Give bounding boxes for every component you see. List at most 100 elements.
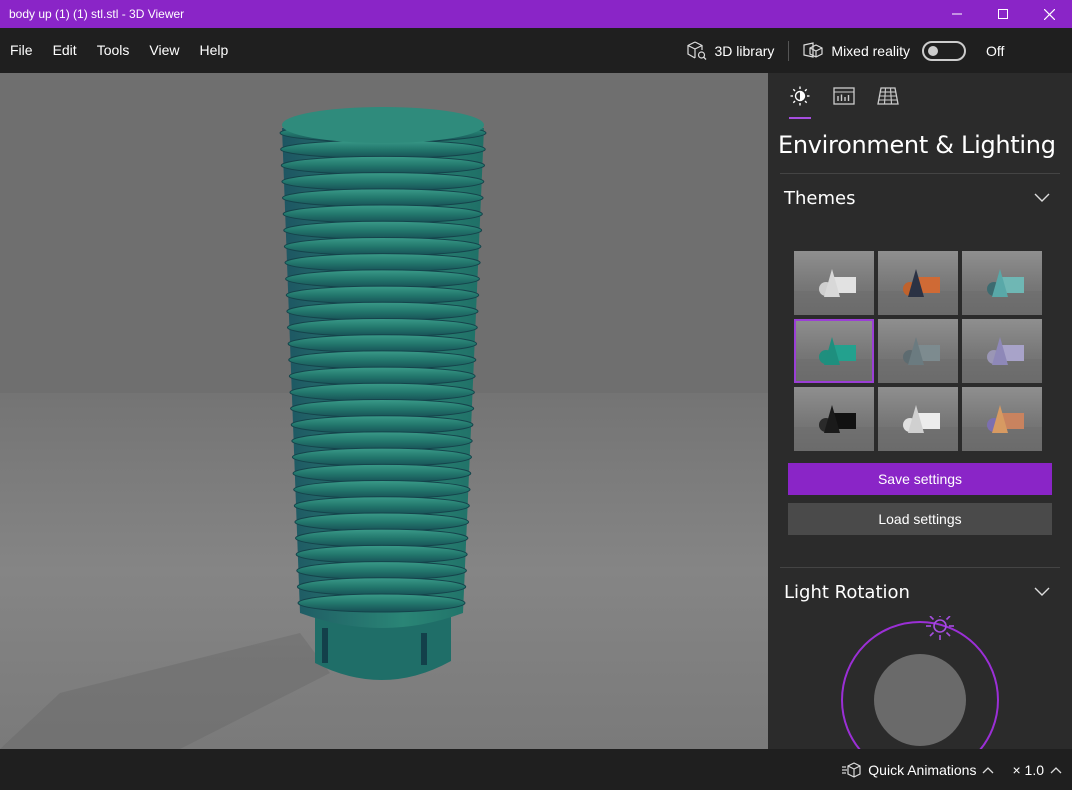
- base-slot-left: [322, 628, 328, 663]
- tab-environment[interactable]: [778, 73, 822, 119]
- cylinder-rib: [297, 593, 466, 613]
- cylinder-rib: [285, 285, 480, 305]
- theme-thumbnail[interactable]: [878, 319, 958, 383]
- cylinder-rib: [293, 480, 471, 500]
- theme-preview: [794, 269, 874, 315]
- theme-thumbnail[interactable]: [962, 387, 1042, 451]
- cylinder-rib: [294, 512, 470, 532]
- cylinder-rib: [288, 366, 476, 386]
- cylinder-rib: [283, 220, 483, 240]
- tab-grid[interactable]: [866, 73, 910, 119]
- mixed-reality-icon: [803, 41, 824, 58]
- cylinder-rib: [284, 253, 481, 273]
- cylinder-rib: [289, 382, 475, 402]
- theme-preview: [878, 269, 958, 315]
- chevron-up-icon: [983, 766, 994, 773]
- chevron-up-icon: [1050, 766, 1062, 773]
- cylinder-rib: [295, 528, 469, 548]
- mixed-reality-label: Mixed reality: [831, 42, 910, 59]
- cylinder-rib: [285, 269, 480, 289]
- mixed-reality-button[interactable]: Mixed reality Off: [789, 28, 1072, 73]
- theme-thumbnail[interactable]: [878, 387, 958, 451]
- panel-title: Environment & Lighting: [778, 131, 1056, 159]
- menu-edit[interactable]: Edit: [43, 28, 87, 73]
- themes-header[interactable]: Themes: [768, 174, 1072, 222]
- stats-icon: [833, 87, 855, 105]
- 3d-viewport[interactable]: [0, 73, 768, 749]
- menu-file[interactable]: File: [0, 28, 43, 73]
- theme-preview: [962, 405, 1042, 451]
- quick-animations-button[interactable]: Quick Animations: [842, 762, 994, 778]
- light-rotation-header[interactable]: Light Rotation: [768, 568, 1072, 616]
- theme-thumbnail[interactable]: [794, 251, 874, 315]
- maximize-button[interactable]: [980, 0, 1026, 28]
- cylinder-rib: [282, 204, 483, 224]
- speed-label: × 1.0: [1012, 761, 1044, 778]
- minimize-icon: [952, 13, 962, 15]
- cylinder-rib: [283, 236, 482, 256]
- speed-button[interactable]: × 1.0: [1012, 762, 1062, 778]
- cylinder-rib: [281, 188, 484, 208]
- theme-preview: [962, 337, 1042, 383]
- panel-tabs: [768, 73, 1072, 119]
- maximize-icon: [998, 9, 1008, 19]
- light-rotation-dial[interactable]: [768, 616, 1072, 749]
- model-cylinder: [279, 107, 487, 681]
- sun-icon: [790, 86, 810, 106]
- side-panel: Environment & Lighting Themes Save setti…: [768, 73, 1072, 749]
- theme-thumbnail[interactable]: [878, 251, 958, 315]
- window-title: body up (1) (1) stl.stl - 3D Viewer: [9, 7, 185, 21]
- cylinder-rib: [291, 447, 473, 467]
- 3d-library-label: 3D library: [714, 42, 775, 59]
- theme-preview: [794, 337, 874, 383]
- cylinder-rib: [288, 350, 477, 370]
- save-settings-button[interactable]: Save settings: [788, 463, 1052, 495]
- cylinder-rib: [290, 399, 475, 419]
- theme-thumbnail[interactable]: [962, 251, 1042, 315]
- menu-tools[interactable]: Tools: [87, 28, 140, 73]
- base-slot-right: [421, 633, 427, 665]
- theme-preview: [878, 337, 958, 383]
- light-rotation-label: Light Rotation: [784, 581, 910, 603]
- cube-search-icon: [686, 40, 706, 60]
- chevron-down-icon: [1034, 193, 1050, 202]
- quick-animations-label: Quick Animations: [868, 761, 977, 778]
- theme-preview: [962, 269, 1042, 315]
- theme-thumbnail[interactable]: [962, 319, 1042, 383]
- cylinder-rib: [286, 317, 478, 337]
- cylinder-rib: [286, 301, 479, 321]
- theme-thumbnail[interactable]: [794, 387, 874, 451]
- status-bar: Quick Animations × 1.0: [0, 749, 1072, 790]
- tab-stats[interactable]: [822, 73, 866, 119]
- grid-icon: [877, 87, 899, 105]
- cylinder-rib: [296, 561, 467, 581]
- 3d-library-button[interactable]: 3D library: [673, 28, 789, 73]
- light-rotation-sphere: [874, 654, 966, 746]
- menu-view[interactable]: View: [139, 28, 189, 73]
- cylinder-rib: [291, 431, 473, 451]
- minimize-button[interactable]: [934, 0, 980, 28]
- close-icon: [1043, 8, 1055, 20]
- close-button[interactable]: [1026, 0, 1072, 28]
- cylinder-rib: [295, 544, 468, 564]
- cylinder-rib: [281, 172, 485, 192]
- theme-thumbnail[interactable]: [794, 319, 874, 383]
- theme-grid: [768, 222, 1072, 451]
- title-bar: body up (1) (1) stl.stl - 3D Viewer: [0, 0, 1072, 28]
- menu-help[interactable]: Help: [189, 28, 238, 73]
- load-settings-button[interactable]: Load settings: [788, 503, 1052, 535]
- themes-label: Themes: [784, 187, 856, 209]
- cylinder-rib: [292, 463, 472, 483]
- chevron-down-icon: [1034, 587, 1050, 596]
- cylinder-rib: [290, 415, 474, 435]
- animation-cube-icon: [842, 761, 861, 778]
- mixed-reality-state: Off: [986, 42, 1005, 59]
- theme-preview: [794, 405, 874, 451]
- 3d-scene: [0, 73, 768, 749]
- mixed-reality-toggle[interactable]: [922, 40, 966, 61]
- theme-preview: [878, 405, 958, 451]
- cylinder-rib: [293, 496, 470, 516]
- toggle-knob: [928, 45, 938, 56]
- menu-bar: File Edit Tools View Help 3D library Mix…: [0, 28, 1072, 73]
- cylinder-rib: [296, 577, 467, 597]
